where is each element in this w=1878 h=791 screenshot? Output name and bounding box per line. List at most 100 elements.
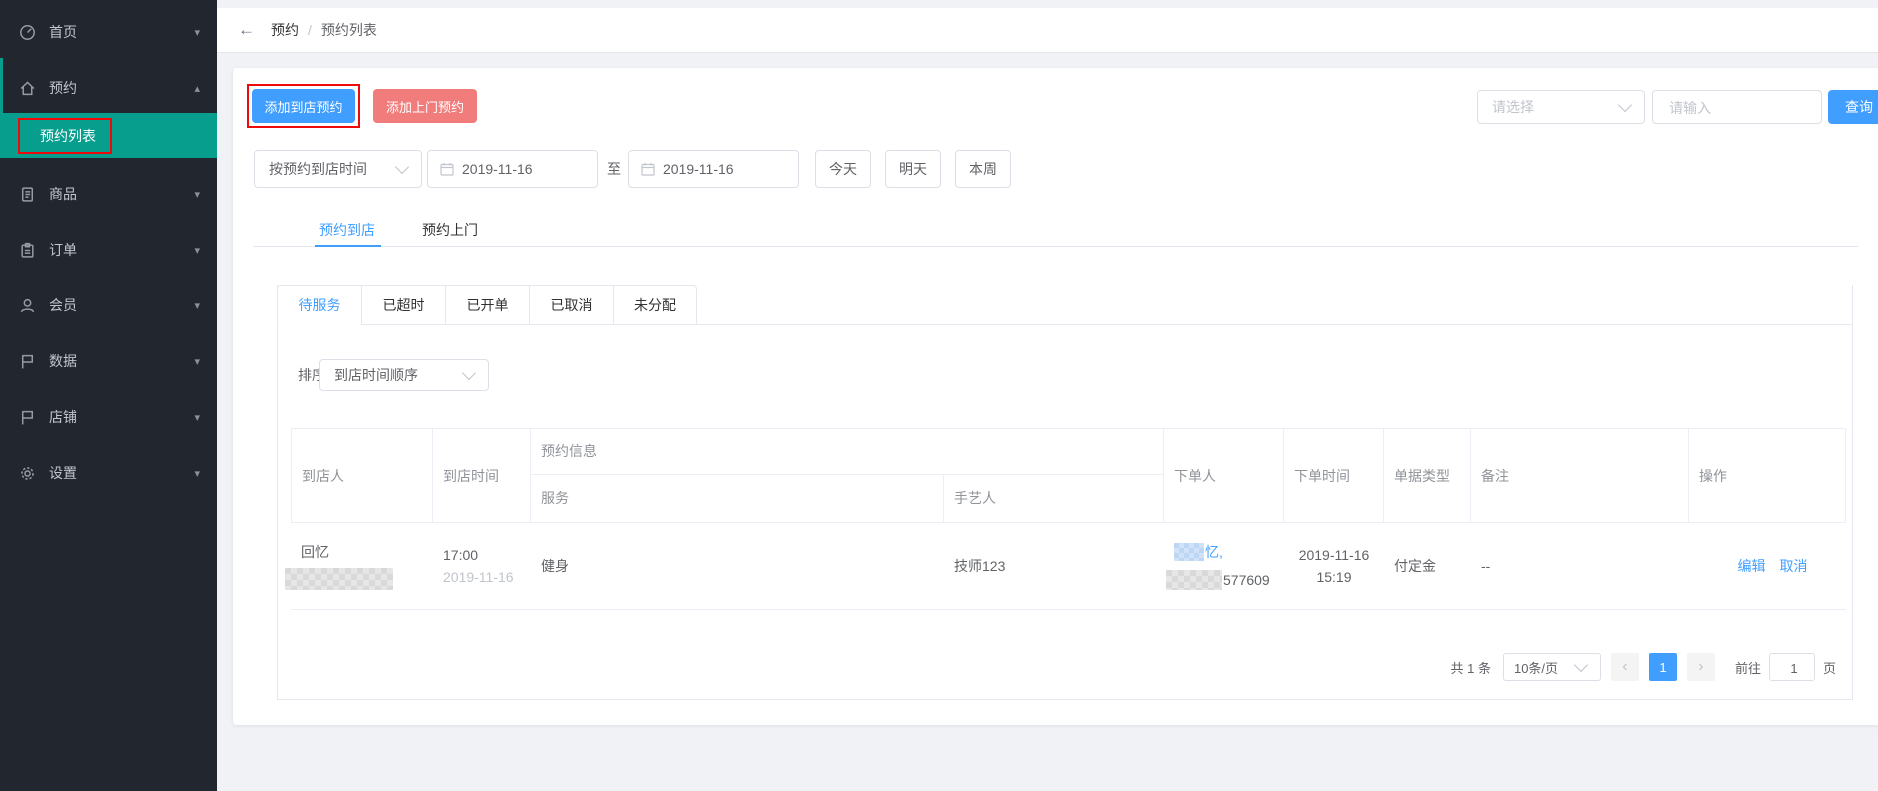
page-unit-label: 页: [1822, 660, 1836, 676]
sidebar-item-label: 首页: [49, 24, 77, 40]
breadcrumb-separator: /: [308, 22, 312, 38]
tab-booking-in-store-label: 预约到店: [319, 222, 375, 238]
quick-tomorrow-button[interactable]: 明天: [885, 150, 941, 188]
chevron-down-icon: ▾: [194, 411, 200, 424]
sidebar-item-shop[interactable]: 店铺 ▾: [0, 389, 217, 445]
tabs-divider: [253, 246, 1858, 247]
sidebar-item-home[interactable]: 首页 ▾: [0, 4, 217, 60]
calendar-icon: [440, 163, 454, 176]
next-arrow-icon: ›: [1698, 658, 1704, 675]
quick-this-week-label: 本周: [969, 161, 997, 177]
cell-orderer: 忆, 577609: [1164, 523, 1284, 609]
status-tab-billed[interactable]: 已开单: [445, 285, 529, 325]
sidebar-item-booking[interactable]: 预约 ▴: [0, 60, 217, 116]
sidebar-item-orders[interactable]: 订单 ▾: [0, 222, 217, 278]
redacted-orderer-name: [1174, 543, 1204, 561]
goto-label: 前往: [1734, 660, 1761, 676]
next-page-button[interactable]: ›: [1686, 653, 1715, 681]
breadcrumb-booking[interactable]: 预约: [271, 20, 299, 40]
home-icon: [20, 80, 35, 95]
quick-today-label: 今天: [829, 161, 857, 177]
sidebar-item-members[interactable]: 会员 ▾: [0, 277, 217, 333]
col-order-time: 下单时间: [1284, 429, 1384, 523]
add-store-booking-button[interactable]: 添加到店预约: [247, 84, 360, 128]
time-type-value: 按预约到店时间: [269, 161, 367, 177]
flag-icon: [21, 410, 34, 424]
status-tab-cancelled[interactable]: 已取消: [529, 285, 613, 325]
cell-actions: 编辑 取消: [1689, 523, 1846, 609]
quick-tomorrow-label: 明天: [899, 161, 927, 177]
time-type-select[interactable]: 按预约到店时间: [254, 150, 422, 188]
prev-page-button[interactable]: ‹: [1610, 653, 1639, 681]
sidebar-item-booking-list[interactable]: 预约列表: [0, 113, 217, 158]
page-size-value: 10条/页: [1513, 660, 1559, 676]
status-tab-unassigned-label: 未分配: [634, 297, 676, 313]
chevron-down-icon: [1573, 657, 1589, 673]
keyword-input[interactable]: [1667, 91, 1823, 125]
user-icon: [20, 298, 35, 312]
status-tabs: 待服务 已超时 已开单 已取消 未分配: [277, 285, 697, 325]
sidebar-item-goods[interactable]: 商品 ▾: [0, 166, 217, 222]
date-end-picker[interactable]: 2019-11-16: [628, 150, 799, 188]
chevron-down-icon: ▾: [194, 467, 200, 480]
date-start-picker[interactable]: 2019-11-16: [427, 150, 598, 188]
back-arrow-icon[interactable]: ←: [238, 20, 255, 40]
sidebar-item-settings[interactable]: 设置 ▾: [0, 445, 217, 501]
sort-select[interactable]: 到店时间顺序: [319, 359, 489, 391]
chevron-down-icon: ▾: [194, 188, 200, 201]
add-visit-booking-label: 添加上门预约: [385, 99, 464, 115]
date-start-value: 2019-11-16: [462, 161, 533, 177]
col-service: 服务: [531, 474, 944, 522]
date-range-to-label: 至: [607, 161, 621, 177]
tab-booking-in-store[interactable]: 预约到店: [319, 214, 375, 246]
clipboard-icon: [21, 242, 34, 258]
sidebar-item-label: 设置: [49, 465, 77, 481]
flag-icon: [21, 354, 34, 368]
main-area: ← 预约 / 预约列表 添加到店预约 添加上门预约 请选择 查询: [217, 0, 1878, 791]
total-count: 共 1 条: [1450, 660, 1491, 676]
col-actions: 操作: [1689, 429, 1846, 523]
tab-booking-home-visit[interactable]: 预约上门: [422, 214, 478, 246]
service-name: 健身: [541, 558, 569, 574]
current-page-button[interactable]: 1: [1648, 653, 1677, 681]
cancel-link[interactable]: 取消: [1780, 556, 1808, 576]
redacted-visitor-phone: [285, 568, 393, 590]
col-booking-info: 预约信息: [531, 429, 1163, 475]
status-tab-pending[interactable]: 待服务: [277, 285, 361, 325]
add-visit-booking-button[interactable]: 添加上门预约: [373, 89, 477, 123]
search-button-label: 查询: [1845, 99, 1873, 115]
edit-link[interactable]: 编辑: [1738, 556, 1766, 576]
dashboard-icon: [20, 24, 35, 40]
status-panel: 待服务 已超时 已开单 已取消 未分配 排序: 到店时间顺序 到店人 到店时间 …: [277, 285, 1853, 700]
cell-visitor: 回忆: [285, 523, 433, 609]
keyword-input-wrap: [1652, 90, 1823, 125]
quick-this-week-button[interactable]: 本周: [955, 150, 1011, 188]
cell-arrive-time: 17:00 2019-11-16: [433, 523, 531, 609]
booking-table: 到店人 到店时间 预约信息 服务 手艺人 下单人 下单时间 单据类型 备注 操作…: [285, 428, 1846, 610]
goto-page-input[interactable]: [1769, 654, 1818, 682]
gear-icon: [21, 466, 34, 480]
active-tab-underline: [315, 245, 381, 247]
document-icon: [21, 186, 34, 202]
sidebar: 首页 ▾ 预约 ▴ 预约列表 商品 ▾ 订单 ▾ 会员 ▾ 数据 ▾ 店铺 ▾ …: [0, 0, 217, 791]
chevron-down-icon: [394, 159, 410, 175]
status-tab-overtime[interactable]: 已超时: [361, 285, 445, 325]
status-tab-unassigned[interactable]: 未分配: [613, 285, 697, 325]
pagination: 共 1 条 10条/页 ‹ 1 › 前往 1 页: [1450, 653, 1836, 682]
sidebar-item-data[interactable]: 数据 ▾: [0, 333, 217, 389]
sort-select-value: 到店时间顺序: [334, 367, 418, 383]
visitor-name: 回忆: [301, 544, 329, 560]
search-type-select[interactable]: 请选择: [1477, 90, 1645, 124]
artisan-name: 技师123: [954, 558, 1006, 574]
quick-today-button[interactable]: 今天: [815, 150, 871, 188]
breadcrumb-booking-list: 预约列表: [320, 22, 377, 38]
sidebar-item-label: 店铺: [49, 409, 77, 425]
current-page-number: 1: [1659, 659, 1667, 675]
page-size-select[interactable]: 10条/页: [1502, 653, 1601, 681]
date-end-value: 2019-11-16: [663, 161, 734, 177]
sidebar-item-label: 商品: [49, 186, 77, 202]
status-tab-billed-label: 已开单: [466, 297, 509, 313]
search-button[interactable]: 查询: [1828, 90, 1878, 124]
orderer-name-link[interactable]: 忆,: [1205, 542, 1223, 562]
table-header: 到店人 到店时间 预约信息 服务 手艺人 下单人 下单时间 单据类型 备注 操作: [291, 428, 1846, 523]
